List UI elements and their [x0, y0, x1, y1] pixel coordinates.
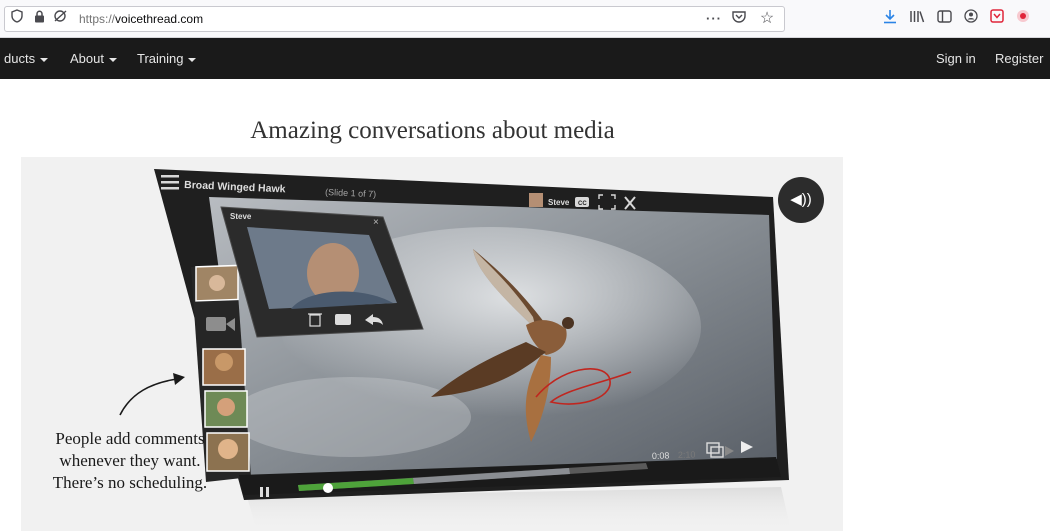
sidebar-icon[interactable] — [934, 9, 954, 29]
chevron-down-icon — [40, 57, 49, 62]
pocket-icon[interactable] — [729, 7, 749, 31]
avatar-face — [217, 398, 235, 416]
download-icon[interactable] — [880, 9, 900, 29]
caption-line: whenever they want. — [59, 451, 201, 470]
player-cc-icon[interactable] — [575, 197, 589, 207]
nav-products[interactable]: ducts — [4, 38, 49, 79]
curved-arrow-icon — [119, 378, 178, 416]
caption-line: People add comments — [55, 429, 205, 448]
pocket-extension-icon[interactable] — [987, 9, 1007, 29]
menu-icon[interactable] — [161, 175, 179, 190]
url-bar[interactable]: https://voicethread.com ··· ☆ — [4, 6, 785, 32]
page-headline: Amazing conversations about media — [250, 117, 615, 144]
sign-in-link[interactable]: Sign in — [936, 38, 976, 79]
chevron-down-icon — [108, 57, 117, 62]
speaker-icon: ◀)) — [790, 191, 812, 208]
permissions-icon[interactable] — [51, 7, 69, 31]
user-avatar[interactable] — [529, 193, 543, 207]
cc-icon[interactable] — [335, 314, 351, 325]
popup-close-icon[interactable]: × — [373, 217, 379, 228]
register-link[interactable]: Register — [995, 38, 1043, 79]
chevron-down-icon — [188, 57, 197, 62]
caption-line: There’s no scheduling. — [52, 473, 208, 492]
more-icon[interactable]: ··· — [704, 7, 724, 31]
lock-icon[interactable] — [31, 7, 47, 31]
avatar-face — [209, 275, 225, 291]
nav-training[interactable]: Training — [137, 38, 197, 79]
progress-handle[interactable] — [323, 483, 333, 493]
library-icon[interactable] — [907, 9, 927, 29]
shield-icon[interactable] — [9, 7, 25, 31]
account-icon[interactable] — [961, 9, 981, 29]
browser-toolbar: https://voicethread.com ··· ☆ — [0, 0, 1050, 38]
sound-toggle-button[interactable]: ◀)) — [778, 177, 824, 223]
avatar-face — [215, 353, 233, 371]
star-icon[interactable]: ☆ — [757, 7, 777, 31]
url-text[interactable]: https://voicethread.com — [79, 7, 203, 31]
nav-about[interactable]: About — [70, 38, 117, 79]
extension-icon[interactable] — [1013, 9, 1033, 29]
cloud-shape — [231, 377, 471, 457]
arrow-head — [173, 373, 185, 385]
hero-caption: People add comments whenever they want. … — [30, 428, 230, 494]
site-nav: ducts About Training Sign in Register — [0, 38, 1050, 79]
